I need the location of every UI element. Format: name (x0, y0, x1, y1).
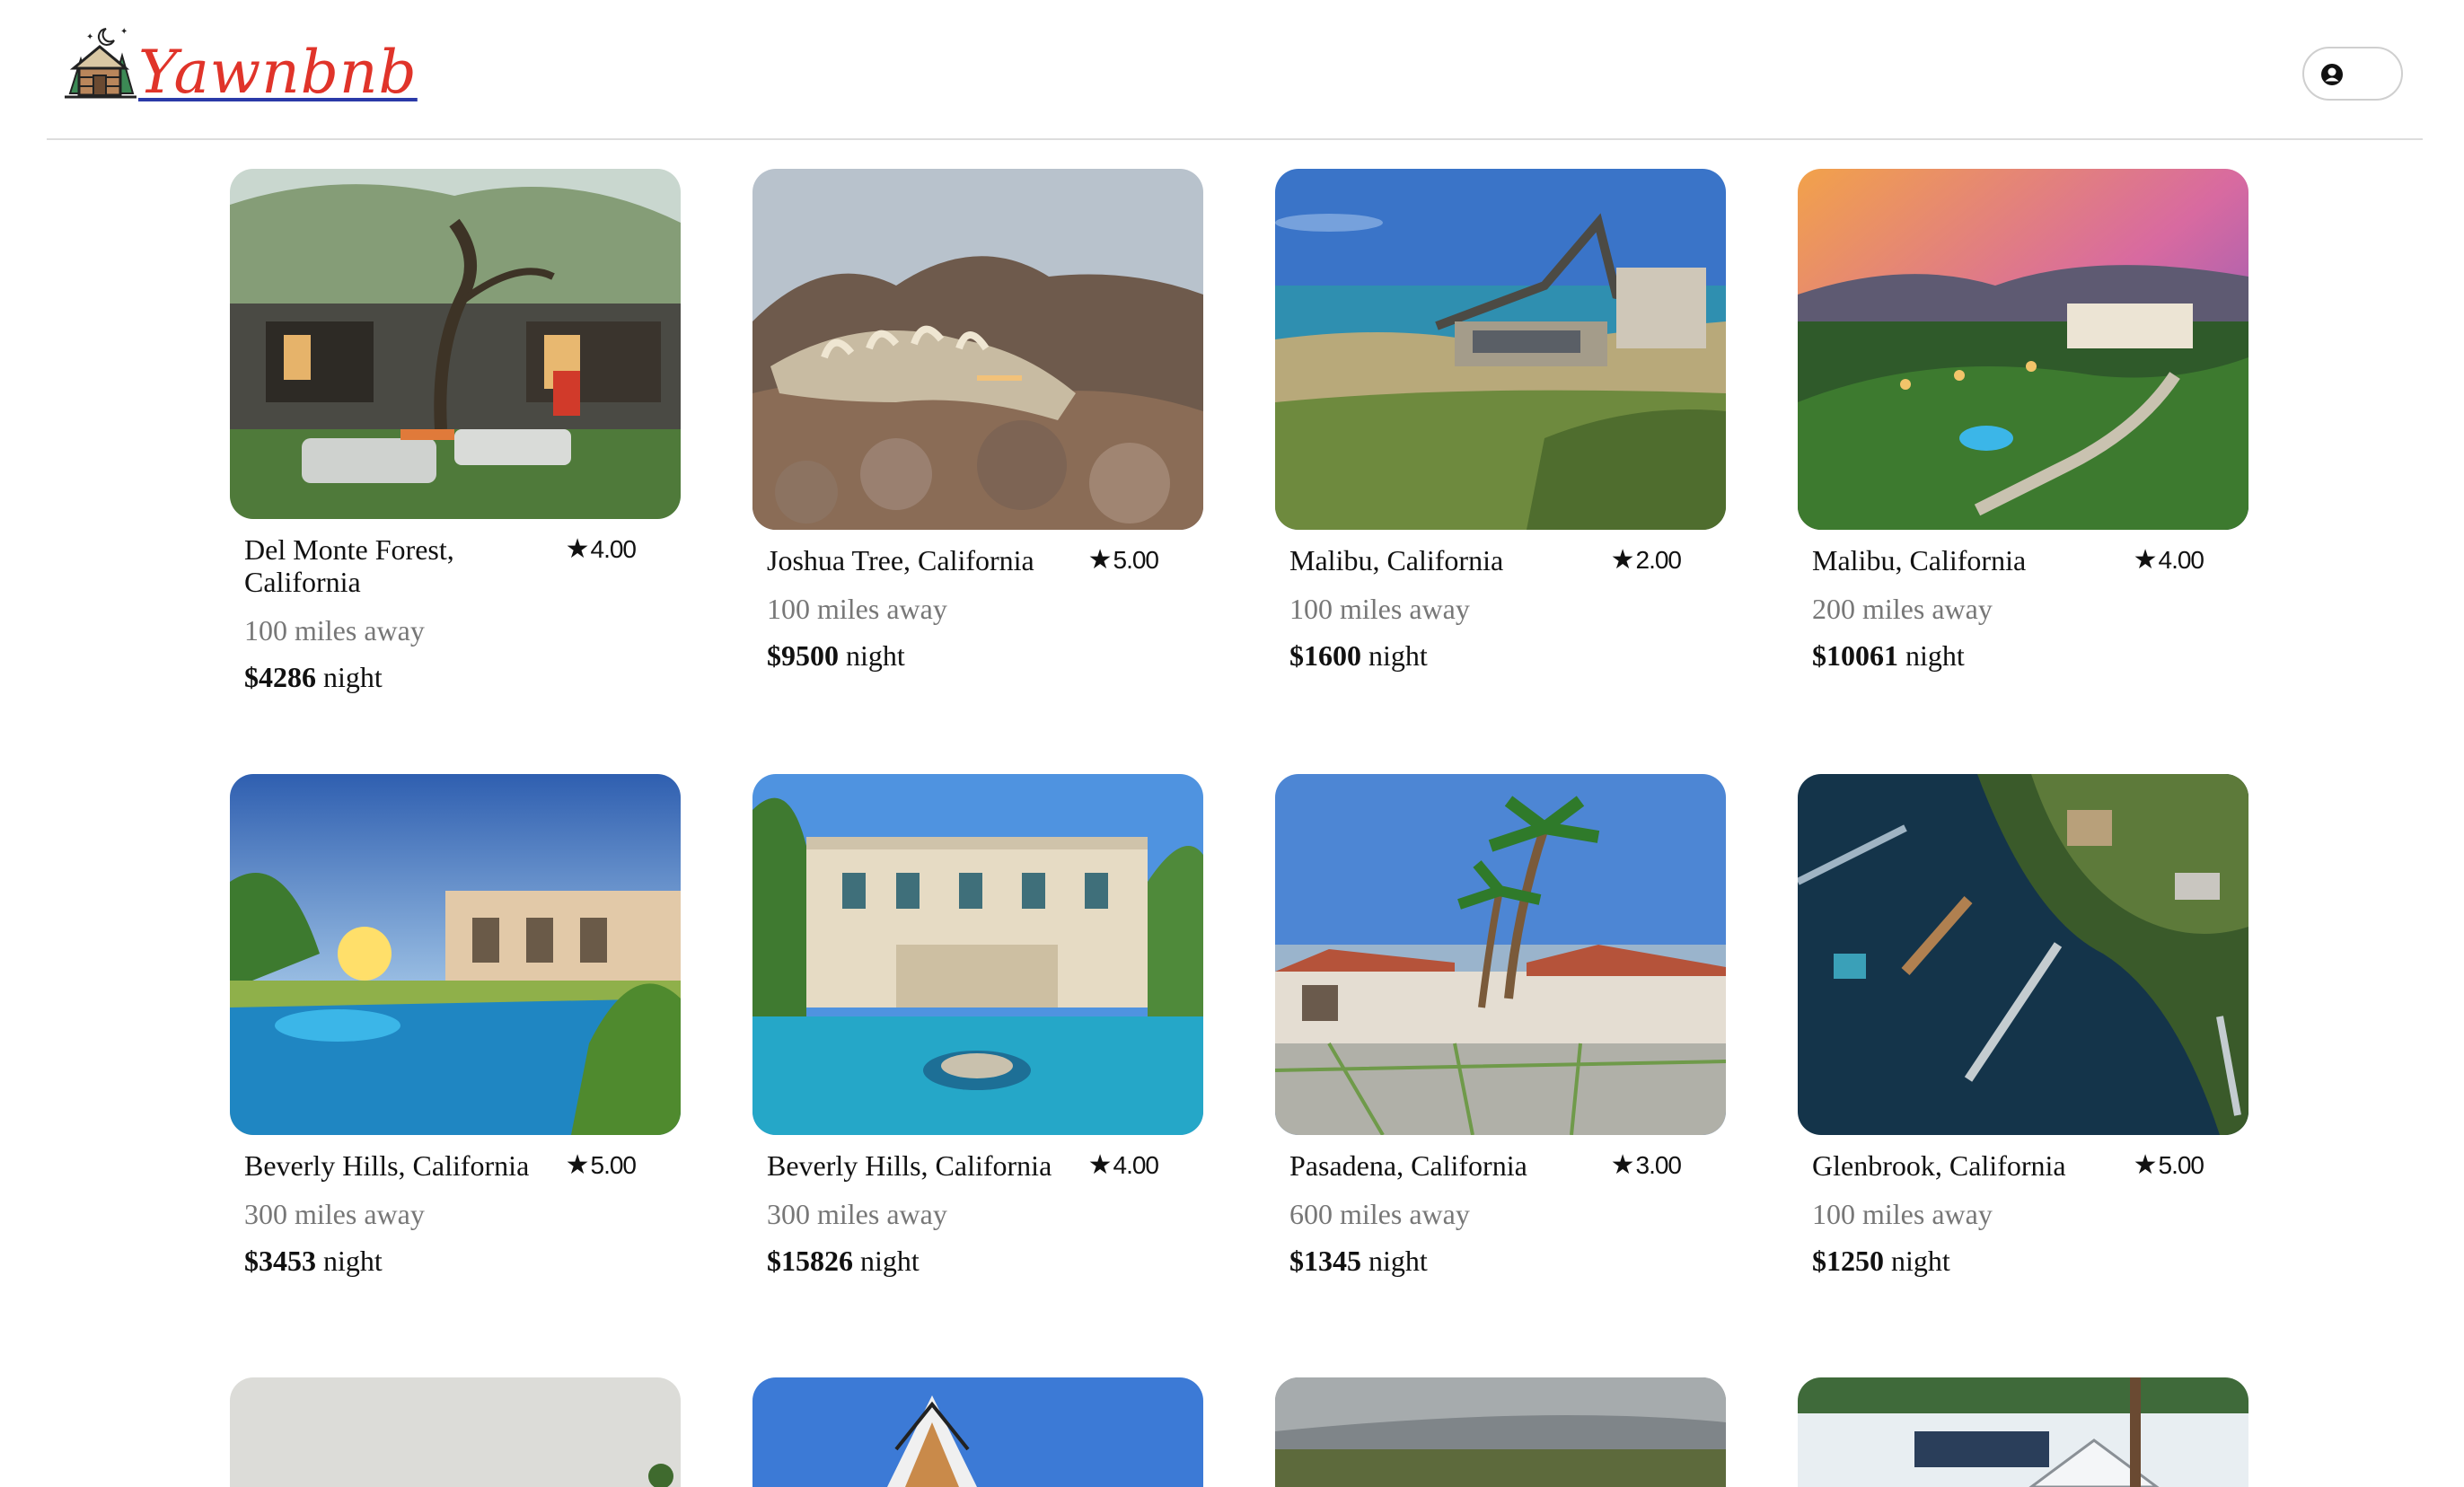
cabin-moon-logo-icon: ✦ ✦ (65, 27, 136, 99)
listing-photo[interactable] (1798, 774, 2248, 1135)
listing-rating: ★4.00 (565, 534, 637, 564)
star-icon: ★ (1087, 1150, 1113, 1180)
listing-photo[interactable] (752, 1377, 1203, 1487)
listing-rating: ★4.00 (1087, 1150, 1159, 1180)
listing-location: Beverly Hills, California (767, 1149, 1052, 1182)
star-icon: ★ (2133, 1150, 2158, 1180)
star-icon: ★ (2133, 545, 2158, 575)
listing-distance: 600 miles away (1289, 1198, 1470, 1230)
star-icon: ★ (565, 1150, 590, 1180)
listing-rating: ★2.00 (1610, 545, 1682, 575)
listing-photo[interactable] (1275, 774, 1726, 1135)
listing-photo[interactable] (1275, 1377, 1726, 1487)
listing-rating: ★5.00 (2133, 1150, 2204, 1180)
listing-rating: ★5.00 (1087, 545, 1159, 575)
user-circle-icon (2321, 64, 2343, 85)
listing-rating: ★4.00 (2133, 545, 2204, 575)
listing-price: $1600 night (1289, 639, 1428, 672)
listing-rating: ★5.00 (565, 1150, 637, 1180)
listing-photo[interactable] (230, 169, 681, 519)
listing-distance: 100 miles away (767, 593, 947, 625)
listing-distance: 100 miles away (244, 614, 425, 647)
listing-distance: 200 miles away (1812, 593, 1993, 625)
listing-price: $1345 night (1289, 1245, 1428, 1277)
listing-location: Malibu, California (1289, 544, 1504, 576)
star-icon: ★ (1087, 545, 1113, 575)
listing-location: Beverly Hills, California (244, 1149, 530, 1182)
profile-menu-button[interactable] (2302, 47, 2403, 101)
brand-logo[interactable]: ✦ ✦ Yawnbnb (61, 23, 417, 107)
svg-text:✦: ✦ (120, 27, 128, 37)
listing-price: $10061 night (1812, 639, 1965, 672)
listing-photo[interactable] (1275, 169, 1726, 530)
top-header: ✦ ✦ Yawnbnb (0, 0, 2464, 140)
listing-price: $9500 night (767, 639, 905, 672)
listing-location: Malibu, California (1812, 544, 2027, 576)
listing-photo[interactable] (230, 1377, 681, 1487)
listing-location: Pasadena, California (1289, 1149, 1527, 1182)
star-icon: ★ (565, 534, 590, 564)
listing-photo[interactable] (1798, 1377, 2248, 1487)
listing-price: $4286 night (244, 661, 383, 693)
listing-distance: 100 miles away (1812, 1198, 1993, 1230)
listing-distance: 100 miles away (1289, 593, 1470, 625)
star-icon: ★ (1610, 545, 1635, 575)
listing-rating: ★3.00 (1610, 1150, 1682, 1180)
listing-price: $3453 night (244, 1245, 383, 1277)
listing-location: Glenbrook, California (1812, 1149, 2066, 1182)
svg-text:✦: ✦ (86, 32, 93, 42)
listing-photo[interactable] (230, 774, 681, 1135)
listing-distance: 300 miles away (244, 1198, 425, 1230)
star-icon: ★ (1610, 1150, 1635, 1180)
listing-photo[interactable] (1798, 169, 2248, 530)
listing-price: $15826 night (767, 1245, 920, 1277)
listing-photo[interactable] (752, 169, 1203, 530)
listing-photo[interactable] (752, 774, 1203, 1135)
brand-name: Yawnbnb (138, 38, 418, 107)
listing-price: $1250 night (1812, 1245, 1950, 1277)
listing-location: Del Monte Forest, California (244, 533, 454, 598)
listing-distance: 300 miles away (767, 1198, 947, 1230)
header-divider (47, 138, 2423, 140)
listing-location: Joshua Tree, California (767, 544, 1034, 576)
